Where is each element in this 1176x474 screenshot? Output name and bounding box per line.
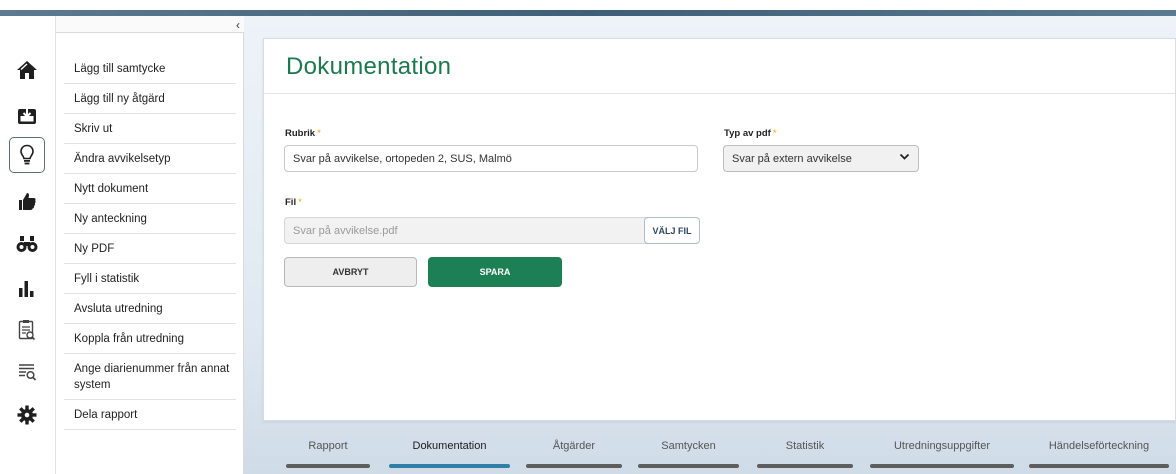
menu-item-disconnect-investigation[interactable]: Koppla från utredning [64,324,236,354]
bar-chart-icon[interactable] [9,270,45,306]
menu-item-change-type[interactable]: Ändra avvikelsetyp [64,144,236,174]
home-icon[interactable] [9,52,45,88]
page-title: Dokumentation [286,53,452,80]
binoculars-icon[interactable] [9,226,45,262]
menu-item-new-document[interactable]: Nytt dokument [64,174,236,204]
menu-item-new-pdf[interactable]: Ny PDF [64,234,236,264]
tab-dokumentation[interactable]: Dokumentation [389,440,510,468]
choose-file-button[interactable]: VÄLJ FIL [644,217,700,244]
menu-header: ‹ [56,16,244,33]
menu-item-print[interactable]: Skriv ut [64,114,236,144]
tab-handelseforteckning[interactable]: Händelseförteckning [1029,440,1169,468]
tab-statistik[interactable]: Statistik [757,440,853,468]
menu-item-fill-statistics[interactable]: Fyll i statistik [64,264,236,294]
menu-item-add-action[interactable]: Lägg till ny åtgärd [64,84,236,114]
cancel-button[interactable]: AVBRYT [284,257,417,287]
file-label: Fil * [285,197,302,208]
menu-item-add-consent[interactable]: Lägg till samtycke [64,54,236,84]
report-search-icon[interactable] [9,312,45,348]
menu-item-close-investigation[interactable]: Avsluta utredning [64,294,236,324]
tab-samtycken[interactable]: Samtycken [638,440,739,468]
menu-item-share-report[interactable]: Dela rapport [64,400,236,430]
required-marker: * [298,197,302,208]
save-button[interactable]: SPARA [428,257,562,287]
gear-icon[interactable] [9,397,45,433]
action-menu-list: Lägg till samtycke Lägg till ny åtgärd S… [64,54,236,430]
required-marker: * [772,128,777,139]
menu-item-new-note[interactable]: Ny anteckning [64,204,236,234]
collapse-chevron-icon[interactable]: ‹ [236,18,240,32]
section-tabs: Rapport Dokumentation Åtgärder Samtycken… [244,432,1176,474]
rubrik-label: Rubrik * [285,128,321,139]
tab-atgarder[interactable]: Åtgärder [526,440,622,468]
documentation-panel: Dokumentation Rubrik * Svar på avvikelse,… [263,38,1176,421]
pdf-type-label: Typ av pdf * [724,128,777,139]
action-menu: ‹ Lägg till samtycke Lägg till ny åtgärd… [56,16,244,474]
rubrik-input[interactable]: Svar på avvikelse, ortopeden 2, SUS, Mal… [284,145,698,172]
tab-utredningsuppgifter[interactable]: Utredningsuppgifter [870,440,1014,468]
icon-rail [0,16,56,474]
pdf-type-value: Svar på extern avvikelse [732,152,852,165]
list-search-icon[interactable] [9,354,45,390]
thumbs-up-icon[interactable] [9,183,45,219]
title-divider [264,93,1175,94]
tab-rapport[interactable]: Rapport [286,440,370,468]
file-name-input[interactable]: Svar på avvikelse.pdf [284,217,665,244]
lightbulb-icon[interactable] [9,137,45,173]
pdf-type-select[interactable]: Svar på extern avvikelse [723,145,919,172]
required-marker: * [317,128,321,139]
inbox-icon[interactable] [9,98,45,134]
menu-item-set-diary-number[interactable]: Ange diarienummer från annat system [64,354,236,400]
chevron-down-icon [899,153,910,164]
